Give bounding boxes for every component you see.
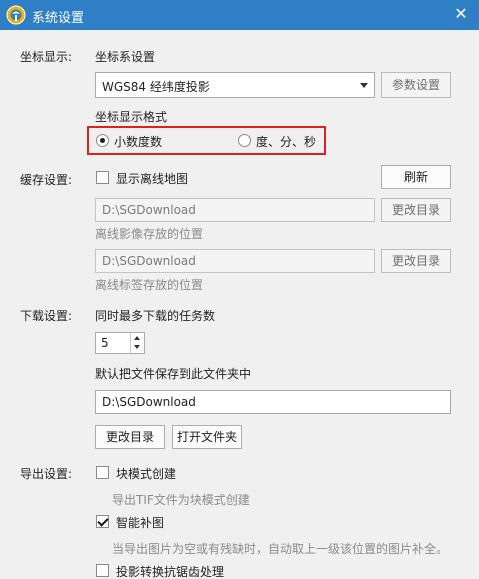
block-mode-label[interactable]: 块模式创建 bbox=[116, 465, 176, 482]
radio-dms[interactable] bbox=[238, 134, 251, 147]
radio-decimal-degrees[interactable] bbox=[96, 134, 109, 147]
smart-fill-label[interactable]: 智能补图 bbox=[116, 514, 164, 531]
coord-section-label: 坐标显示: bbox=[20, 50, 73, 64]
stepper-arrows[interactable] bbox=[130, 333, 144, 353]
cache-section-label: 缓存设置: bbox=[20, 173, 73, 187]
antialias-label[interactable]: 投影转换抗锯齿处理 bbox=[116, 563, 224, 579]
param-settings-button[interactable]: 参数设置 bbox=[381, 72, 451, 98]
title-bar: 系统设置 ✕ bbox=[0, 0, 479, 30]
block-mode-checkbox[interactable] bbox=[96, 466, 109, 479]
smart-fill-hint: 当导出图片为空或有残缺时，自动取上一级该位置的图片补全。 bbox=[112, 542, 449, 556]
crs-label: 坐标系设置 bbox=[95, 50, 156, 64]
image-change-dir-button[interactable]: 更改目录 bbox=[381, 198, 451, 222]
crs-select[interactable]: WGS84 经纬度投影 bbox=[95, 72, 375, 98]
stepper-up-icon[interactable] bbox=[134, 336, 140, 340]
default-folder-field[interactable]: D:\SGDownload bbox=[95, 390, 451, 414]
offline-label-path-field[interactable]: D:\SGDownload bbox=[95, 249, 375, 273]
radio-decimal-degrees-label[interactable]: 小数度数 bbox=[114, 133, 162, 150]
coord-format-label: 坐标显示格式 bbox=[95, 110, 168, 124]
radio-dms-label[interactable]: 度、分、秒 bbox=[256, 133, 316, 150]
app-globe-icon bbox=[6, 5, 26, 25]
label-change-dir-button[interactable]: 更改目录 bbox=[381, 249, 451, 273]
default-folder-label: 默认把文件保存到此文件夹中 bbox=[95, 367, 252, 381]
offline-image-path-field[interactable]: D:\SGDownload bbox=[95, 198, 375, 222]
offline-image-hint: 离线影像存放的位置 bbox=[95, 227, 204, 241]
offline-label-hint: 离线标签存放的位置 bbox=[95, 278, 204, 292]
antialias-checkbox[interactable] bbox=[96, 564, 109, 577]
stepper-down-icon[interactable] bbox=[134, 345, 140, 349]
settings-panel: 坐标显示: 坐标系设置 WGS84 经纬度投影 参数设置 坐标显示格式 小数度数… bbox=[0, 30, 479, 579]
close-icon[interactable]: ✕ bbox=[451, 4, 471, 24]
open-folder-button[interactable]: 打开文件夹 bbox=[172, 425, 242, 449]
window-title: 系统设置 bbox=[32, 11, 85, 26]
show-offline-map-checkbox[interactable] bbox=[96, 171, 109, 184]
smart-fill-checkbox[interactable] bbox=[96, 515, 109, 528]
export-section-label: 导出设置: bbox=[20, 467, 73, 481]
change-dir-button[interactable]: 更改目录 bbox=[95, 425, 165, 449]
download-section-label: 下载设置: bbox=[20, 309, 73, 323]
offline-label-path-value: D:\SGDownload bbox=[102, 254, 196, 268]
show-offline-map-label[interactable]: 显示离线地图 bbox=[116, 170, 188, 187]
max-tasks-value: 5 bbox=[101, 336, 109, 350]
max-tasks-stepper[interactable]: 5 bbox=[95, 332, 145, 354]
default-folder-value: D:\SGDownload bbox=[102, 395, 196, 409]
offline-image-path-value: D:\SGDownload bbox=[102, 203, 196, 217]
chevron-down-icon bbox=[360, 83, 368, 88]
crs-select-value: WGS84 经纬度投影 bbox=[102, 80, 210, 94]
block-mode-hint: 导出TIF文件为块模式创建 bbox=[112, 493, 250, 507]
refresh-button[interactable]: 刷新 bbox=[381, 165, 451, 189]
max-tasks-label: 同时最多下载的任务数 bbox=[95, 309, 216, 323]
